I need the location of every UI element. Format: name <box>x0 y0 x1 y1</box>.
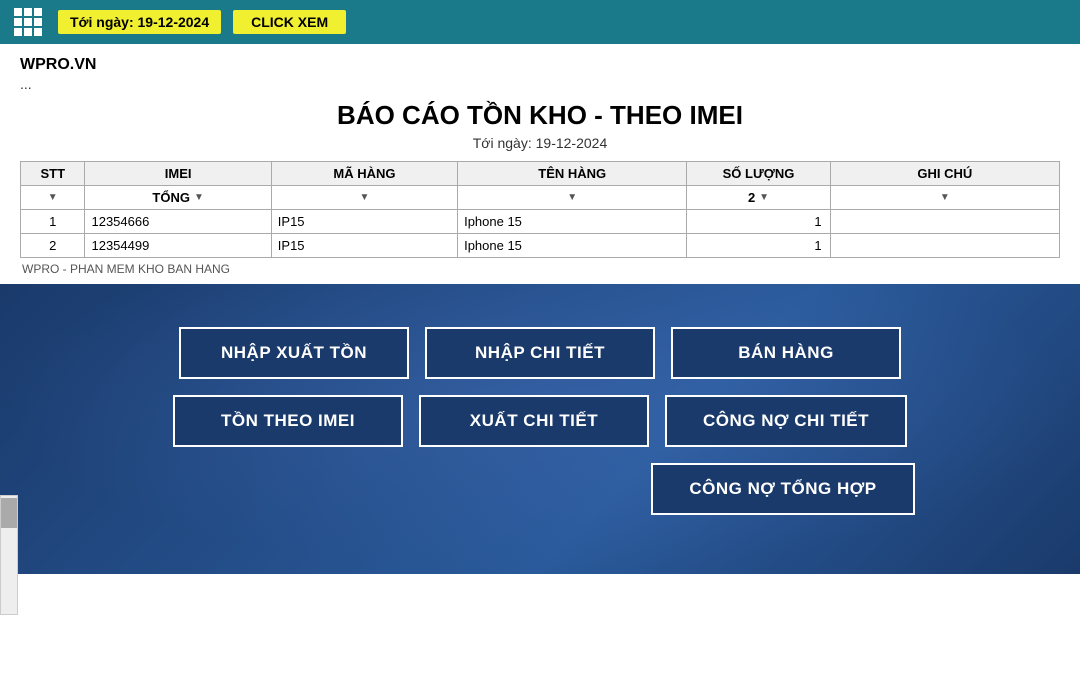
nhap-chi-tiet-button[interactable]: NHẬP CHI TIẾT <box>425 327 655 379</box>
xuat-chi-tiet-button[interactable]: XUẤT CHI TIẾT <box>419 395 649 447</box>
bottom-panel: NHẬP XUẤT TỒN NHẬP CHI TIẾT BÁN HÀNG TỒN… <box>0 284 1080 574</box>
inventory-table: STT IMEI MÃ HÀNG TÊN HÀNG SỐ LƯỢNG GHI C… <box>20 161 1060 258</box>
filter-tenhang[interactable]: ▼ <box>458 186 687 210</box>
col-header-stt: STT <box>21 162 85 186</box>
nhap-xuat-ton-button[interactable]: NHẬP XUẤT TỒN <box>179 327 409 379</box>
filter-mahang[interactable]: ▼ <box>271 186 457 210</box>
click-xem-button[interactable]: CLICK XEM <box>233 10 346 34</box>
col-header-tenhang: TÊN HÀNG <box>458 162 687 186</box>
cell-stt: 1 <box>21 210 85 234</box>
cell-ghichu <box>830 234 1059 258</box>
cell-mahang: IP15 <box>271 210 457 234</box>
table-body: 1 12354666 IP15 Iphone 15 1 2 12354499 I… <box>21 210 1060 258</box>
grid-icon-button[interactable] <box>10 4 46 40</box>
btn-row-3: CÔNG NỢ TỔNG HỢP <box>651 463 914 515</box>
report-date: Tới ngày: 19-12-2024 <box>20 135 1060 151</box>
filter-soluong[interactable]: 2▼ <box>687 186 830 210</box>
cell-ghichu <box>830 210 1059 234</box>
cell-mahang: IP15 <box>271 234 457 258</box>
scrollbar[interactable] <box>0 495 18 615</box>
col-header-ghichu: GHI CHÚ <box>830 162 1059 186</box>
cell-soluong: 1 <box>687 210 830 234</box>
table-row: 2 12354499 IP15 Iphone 15 1 <box>21 234 1060 258</box>
filter-imei[interactable]: TỔNG▼ <box>85 186 271 210</box>
col-header-mahang: MÃ HÀNG <box>271 162 457 186</box>
tong-label: TỔNG <box>152 190 190 205</box>
tong-soluong: 2 <box>748 190 755 205</box>
ellipsis-text: ... <box>20 76 1060 92</box>
site-title: WPRO.VN <box>20 56 1060 74</box>
cell-tenhang: Iphone 15 <box>458 210 687 234</box>
btn-row-1: NHẬP XUẤT TỒN NHẬP CHI TIẾT BÁN HÀNG <box>179 327 901 379</box>
scroll-thumb <box>1 498 17 528</box>
ban-hang-button[interactable]: BÁN HÀNG <box>671 327 901 379</box>
grid-icon <box>14 8 42 36</box>
cong-no-chi-tiet-button[interactable]: CÔNG NỢ CHI TIẾT <box>665 395 907 447</box>
filter-ghichu[interactable]: ▼ <box>830 186 1059 210</box>
cell-soluong: 1 <box>687 234 830 258</box>
cell-stt: 2 <box>21 234 85 258</box>
cell-imei: 12354499 <box>85 234 271 258</box>
main-content: WPRO.VN ... BÁO CÁO TỒN KHO - THEO IMEI … <box>0 44 1080 284</box>
table-row: 1 12354666 IP15 Iphone 15 1 <box>21 210 1060 234</box>
date-label: Tới ngày: 19-12-2024 <box>58 10 221 34</box>
cell-tenhang: Iphone 15 <box>458 234 687 258</box>
col-header-imei: IMEI <box>85 162 271 186</box>
filter-stt[interactable]: ▼ <box>21 186 85 210</box>
top-bar: Tới ngày: 19-12-2024 CLICK XEM <box>0 0 1080 44</box>
col-header-soluong: SỐ LƯỢNG <box>687 162 830 186</box>
btn-row-2: TỒN THEO IMEI XUẤT CHI TIẾT CÔNG NỢ CHI … <box>173 395 907 447</box>
report-title: BÁO CÁO TỒN KHO - THEO IMEI <box>20 100 1060 131</box>
cong-no-tong-hop-button[interactable]: CÔNG NỢ TỔNG HỢP <box>651 463 914 515</box>
cell-imei: 12354666 <box>85 210 271 234</box>
footer-label: WPRO - PHAN MEM KHO BAN HANG <box>20 258 1060 278</box>
ton-theo-imei-button[interactable]: TỒN THEO IMEI <box>173 395 403 447</box>
